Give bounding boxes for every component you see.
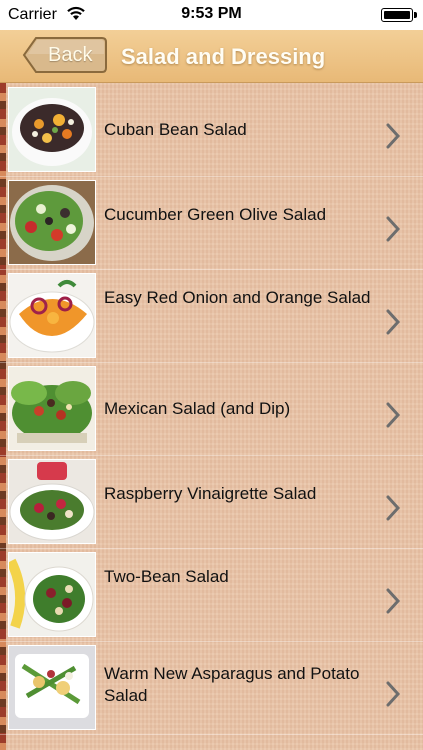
back-button[interactable]: Back <box>22 36 108 74</box>
list-item-label: Cucumber Green Olive Salad <box>104 205 327 224</box>
list-item-label: Mexican Salad (and Dip) <box>104 399 291 418</box>
red-onion-orange-salad-thumbnail <box>8 273 96 358</box>
status-time: 9:53 PM <box>181 5 242 22</box>
list-item-label: Warm New Asparagus and Potato Salad <box>104 664 360 705</box>
chevron-right-icon <box>386 309 401 335</box>
battery-icon <box>381 8 417 22</box>
list-item[interactable]: Raspberry Vinaigrette Salad <box>0 455 423 549</box>
recipe-list: Cuban Bean Salad Cucumber Green Olive Sa… <box>0 83 423 750</box>
list-item[interactable]: Warm New Asparagus and Potato Salad <box>0 641 423 735</box>
chevron-right-icon <box>386 495 401 521</box>
chevron-right-icon <box>386 588 401 614</box>
chevron-right-icon <box>386 402 401 428</box>
list-item[interactable]: Easy Red Onion and Orange Salad <box>0 269 423 363</box>
raspberry-vinaigrette-salad-thumbnail <box>8 459 96 544</box>
chevron-right-icon <box>386 123 401 149</box>
page-title: Salad and Dressing <box>121 44 326 69</box>
cucumber-olive-salad-thumbnail <box>8 180 96 265</box>
asparagus-potato-salad-thumbnail <box>8 645 96 730</box>
two-bean-salad-thumbnail <box>8 552 96 637</box>
back-button-label: Back <box>48 44 93 66</box>
list-item[interactable]: Mexican Salad (and Dip) <box>0 362 423 456</box>
list-item-label: Cuban Bean Salad <box>104 120 247 139</box>
list-item-label: Raspberry Vinaigrette Salad <box>104 484 317 503</box>
chevron-right-icon <box>386 681 401 707</box>
list-item[interactable]: Two-Bean Salad <box>0 548 423 642</box>
chevron-right-icon <box>386 216 401 242</box>
navigation-bar: Back Salad and Dressing <box>0 30 423 83</box>
list-item-label: Easy Red Onion and Orange Salad <box>104 288 371 307</box>
mexican-salad-thumbnail <box>8 366 96 451</box>
list-item[interactable]: Cucumber Green Olive Salad <box>0 176 423 270</box>
cuban-bean-salad-thumbnail <box>8 87 96 172</box>
status-bar: Carrier 9:53 PM <box>0 0 423 30</box>
list-item[interactable]: Cuban Bean Salad <box>0 83 423 177</box>
list-item-label: Two-Bean Salad <box>104 567 229 586</box>
